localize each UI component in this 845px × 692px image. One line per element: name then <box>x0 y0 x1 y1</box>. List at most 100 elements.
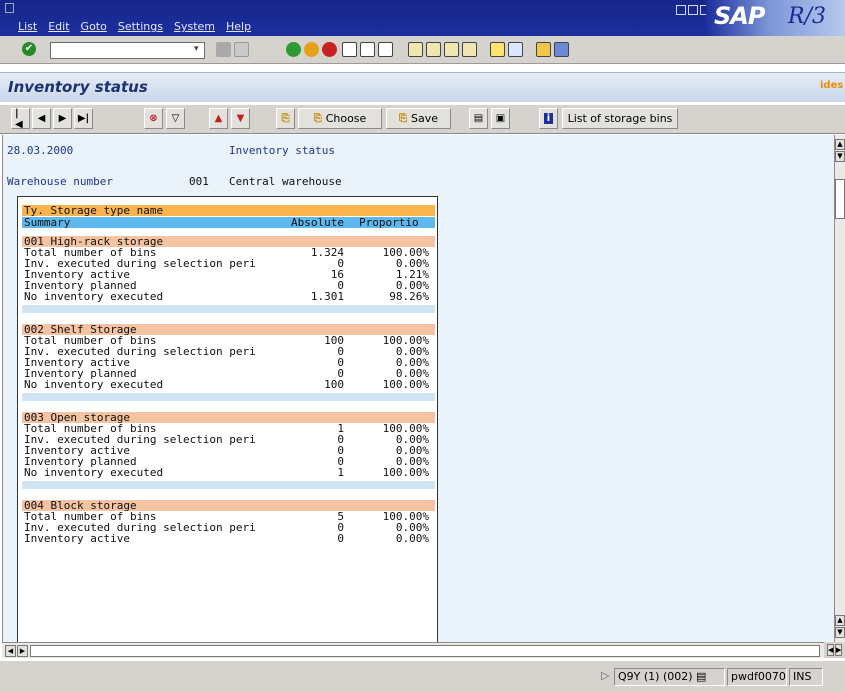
header-type-name: Ty. Storage type name <box>24 204 164 217</box>
storage-bins-label: List of storage bins <box>567 112 673 125</box>
absolute-value: 0 <box>337 433 344 446</box>
local-file-icon: ▣ <box>495 113 506 124</box>
report-date: 28.03.2000 <box>7 144 74 157</box>
find-next-icon[interactable] <box>378 42 393 57</box>
menu-settings[interactable]: Settings <box>118 20 163 33</box>
save-button[interactable]: ⎘ Save <box>386 108 451 129</box>
summary-row[interactable]: No inventory executed 1.301 98.26% <box>22 291 435 302</box>
ides-logo: ides <box>820 80 844 91</box>
warehouse-number: 001 <box>189 175 209 188</box>
info-icon: i <box>543 113 554 124</box>
first-item-button[interactable]: |◀ <box>11 108 30 130</box>
create-session-icon[interactable] <box>490 42 505 57</box>
print-preview-button[interactable]: ▼ <box>231 108 250 129</box>
absolute-value: 1 <box>337 422 344 435</box>
print-button[interactable]: ▲ <box>209 108 228 129</box>
scroll-up-icon[interactable]: ▲ <box>835 139 845 150</box>
absolute-value: 5 <box>337 510 344 523</box>
table-header-row-1: Ty. Storage type name <box>22 205 435 216</box>
menu-system[interactable]: System <box>174 20 215 33</box>
shortcut-icon[interactable] <box>508 42 523 57</box>
export-button[interactable]: ▤ <box>469 108 488 129</box>
table-header-row-2: Summary Absolute Proportio <box>22 217 435 228</box>
find-icon[interactable] <box>360 42 375 57</box>
help-icon[interactable] <box>536 42 551 57</box>
first-page-icon[interactable] <box>408 42 423 57</box>
header-proportion: Proportio <box>359 216 419 229</box>
scroll-thumb[interactable] <box>835 179 845 219</box>
absolute-value: 16 <box>330 268 344 281</box>
filter-button[interactable]: ▽ <box>166 108 185 129</box>
export-icon: ▤ <box>473 113 484 124</box>
choose-icon: ⎘ <box>313 113 322 124</box>
menu-list[interactable]: List <box>18 20 37 33</box>
detail-icon: ⎘ <box>281 113 290 124</box>
maximize-icon[interactable] <box>688 5 698 15</box>
proportion-value: 100.00% <box>382 378 429 391</box>
exit-icon[interactable] <box>304 42 319 57</box>
summary-row[interactable]: No inventory executed 100 100.00% <box>22 379 435 390</box>
scroll-corner: ◀ ▶ <box>824 642 845 658</box>
save-label: Save <box>410 112 438 125</box>
scroll-left-icon[interactable]: ◀ <box>5 645 16 657</box>
absolute-value: 100 <box>324 334 344 347</box>
corner-left-icon[interactable]: ◀ <box>827 644 834 656</box>
title-bar: Inventory status ides <box>0 72 845 102</box>
storage-bins-button[interactable]: List of storage bins <box>562 108 678 129</box>
layout-menu-icon[interactable] <box>554 42 569 57</box>
info-button[interactable]: i <box>539 108 558 129</box>
enter-icon[interactable]: ✔ <box>22 42 36 56</box>
summary-row[interactable]: No inventory executed 1 100.00% <box>22 467 435 478</box>
warehouse-name: Central warehouse <box>229 175 342 188</box>
status-system[interactable]: Q9Y (1) (002) ▤ <box>614 668 725 686</box>
horizontal-scrollbar[interactable]: ◀ ▶ <box>2 642 834 658</box>
page-down-icon[interactable]: ▲ <box>835 615 845 626</box>
last-page-icon[interactable] <box>462 42 477 57</box>
command-history-icon[interactable]: ▾ <box>194 44 204 56</box>
header-summary: Summary <box>24 216 71 229</box>
summary-label: Inventory active <box>24 532 130 545</box>
command-field[interactable] <box>50 42 205 59</box>
filter-icon: ▽ <box>171 113 180 124</box>
local-file-button[interactable]: ▣ <box>491 108 510 129</box>
choose-button[interactable]: ⎘ Choose <box>298 108 382 129</box>
detail-button[interactable]: ⎘ <box>276 108 295 129</box>
vertical-scrollbar[interactable]: ▲ ▼ ▲ ▼ <box>834 135 845 642</box>
absolute-value: 1.301 <box>310 290 344 303</box>
hscroll-track[interactable] <box>30 645 820 657</box>
previous-page-icon[interactable] <box>426 42 441 57</box>
system-menu-icon[interactable] <box>5 3 14 13</box>
menu-help[interactable]: Help <box>226 20 251 33</box>
cancel-icon[interactable] <box>322 42 337 57</box>
status-mode[interactable]: INS <box>789 668 823 686</box>
next-icon: ▶ <box>58 113 67 124</box>
previous-item-button[interactable]: ◀ <box>32 108 51 129</box>
summary-row[interactable]: Inventory active 0 0.00% <box>22 533 435 544</box>
menu-edit[interactable]: Edit <box>48 20 69 33</box>
back-icon[interactable] <box>286 42 301 57</box>
minimize-icon[interactable] <box>676 5 686 15</box>
menu-goto[interactable]: Goto <box>81 20 107 33</box>
page-up-icon[interactable]: ▼ <box>835 151 845 162</box>
last-icon: ▶| <box>77 113 90 124</box>
print-icon[interactable] <box>342 42 357 57</box>
next-item-button[interactable]: ▶ <box>53 108 72 129</box>
absolute-value: 0 <box>337 345 344 358</box>
last-item-button[interactable]: ▶| <box>74 108 93 129</box>
group-separator <box>22 481 435 489</box>
report-heading: Inventory status <box>229 144 335 157</box>
sort-button[interactable]: ⊗ <box>144 108 163 129</box>
back-arrow-icon[interactable] <box>216 42 231 57</box>
print-preview-icon: ▼ <box>236 113 245 124</box>
next-page-icon[interactable] <box>444 42 459 57</box>
corner-right-icon[interactable]: ▶ <box>835 644 842 656</box>
group-separator <box>22 305 435 313</box>
print-list-icon: ▲ <box>214 113 223 124</box>
save-disk-icon[interactable] <box>234 42 249 57</box>
status-system-text: Q9Y (1) (002) <box>618 670 693 683</box>
scroll-down-icon[interactable]: ▼ <box>835 627 845 638</box>
status-expand-icon[interactable]: ▷ <box>598 668 612 686</box>
page-right-icon[interactable]: ▶ <box>17 645 28 657</box>
status-server[interactable]: pwdf0070 <box>727 668 787 686</box>
proportion-value: 100.00% <box>382 466 429 479</box>
